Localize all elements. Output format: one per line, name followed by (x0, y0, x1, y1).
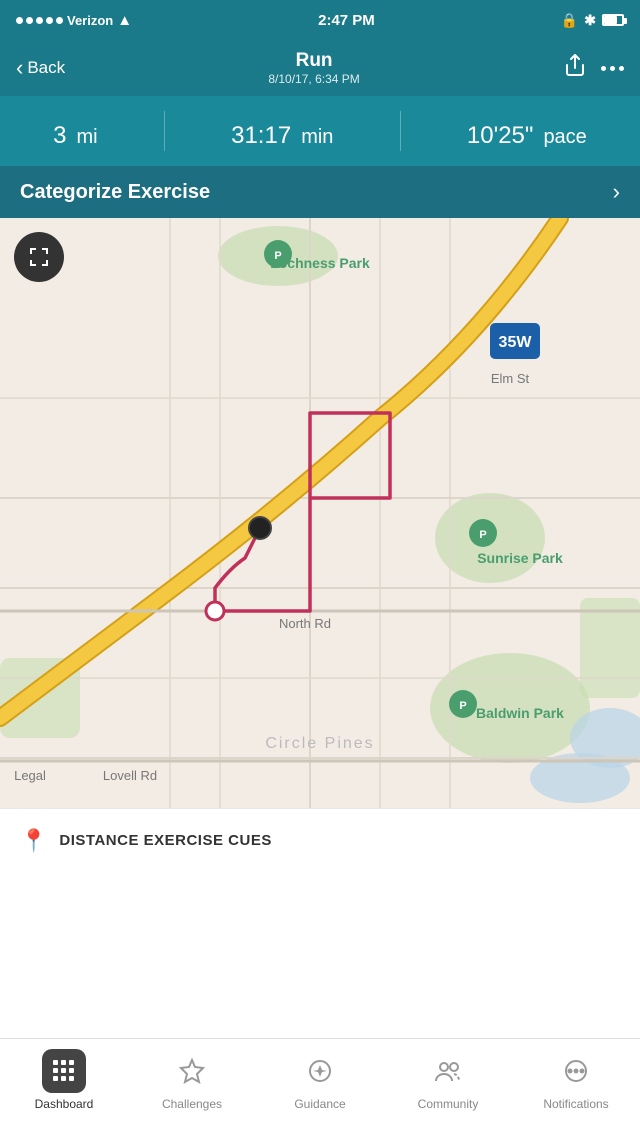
svg-text:Lochness Park: Lochness Park (270, 255, 370, 271)
back-label: Back (27, 58, 65, 78)
pace-stat: 10'25" pace (467, 113, 587, 149)
distance-stat: 3 mi (53, 113, 97, 149)
dashboard-icon (50, 1057, 78, 1085)
categorize-label: Categorize Exercise (20, 181, 210, 204)
lock-icon: 🔒 (561, 12, 578, 29)
challenges-icon-wrap (170, 1049, 214, 1093)
tab-challenges[interactable]: Challenges (128, 1049, 256, 1111)
categorize-bar[interactable]: Categorize Exercise › (0, 166, 640, 218)
tab-notifications[interactable]: Notifications (512, 1049, 640, 1111)
dashboard-icon-wrap (42, 1049, 86, 1093)
community-label: Community (418, 1097, 479, 1111)
nav-center: Run 8/10/17, 6:34 PM (268, 50, 359, 86)
distance-value: 3 mi (53, 113, 97, 149)
svg-text:Legal: Legal (14, 768, 46, 783)
svg-text:Baldwin Park: Baldwin Park (476, 705, 564, 721)
svg-text:Sunrise Park: Sunrise Park (477, 550, 563, 566)
svg-text:North Rd: North Rd (279, 616, 331, 631)
back-chevron-icon: ‹ (16, 55, 23, 81)
community-icon-wrap (426, 1049, 470, 1093)
bluetooth-icon: ✱ (584, 12, 596, 29)
battery-icon (602, 14, 624, 26)
tab-guidance[interactable]: Guidance (256, 1049, 384, 1111)
status-left: Verizon ▲ (16, 12, 132, 29)
guidance-icon-wrap (298, 1049, 342, 1093)
challenges-icon (178, 1057, 206, 1085)
back-button[interactable]: ‹ Back (16, 55, 65, 81)
share-icon[interactable] (563, 53, 587, 83)
expand-button[interactable] (14, 232, 64, 282)
nav-actions (563, 53, 624, 83)
nav-title: Run (268, 50, 359, 72)
distance-cues-bar[interactable]: 📍 DISTANCE EXERCISE CUES (0, 808, 640, 872)
pin-icon: 📍 (20, 828, 47, 854)
nav-bar: ‹ Back Run 8/10/17, 6:34 PM (0, 40, 640, 96)
more-icon[interactable] (601, 66, 624, 71)
expand-icon (27, 245, 51, 269)
svg-text:Circle Pines: Circle Pines (265, 735, 374, 752)
notifications-label: Notifications (543, 1097, 608, 1111)
notifications-icon (562, 1057, 590, 1085)
svg-text:Elm St: Elm St (491, 371, 530, 386)
tab-community[interactable]: Community (384, 1049, 512, 1111)
duration-stat: 31:17 min (231, 113, 333, 149)
map-svg: 35W P Lochness Park P Sunrise Park P Bal… (0, 218, 640, 808)
signal-dots (16, 17, 63, 24)
categorize-chevron-icon: › (613, 179, 620, 205)
notifications-icon-wrap (554, 1049, 598, 1093)
dashboard-label: Dashboard (35, 1097, 94, 1111)
stat-divider-1 (164, 111, 165, 151)
map-container[interactable]: 35W P Lochness Park P Sunrise Park P Bal… (0, 218, 640, 808)
svg-text:P: P (479, 529, 486, 541)
stat-divider-2 (400, 111, 401, 151)
community-icon (434, 1057, 462, 1085)
time-label: 2:47 PM (318, 12, 375, 29)
svg-text:Lovell Rd: Lovell Rd (103, 768, 157, 783)
challenges-label: Challenges (162, 1097, 222, 1111)
tab-dashboard[interactable]: Dashboard (0, 1049, 128, 1111)
stats-bar: 3 mi 31:17 min 10'25" pace (0, 96, 640, 166)
pace-value: 10'25" pace (467, 113, 587, 149)
status-bar: Verizon ▲ 2:47 PM 🔒 ✱ (0, 0, 640, 40)
wifi-icon: ▲ (117, 12, 132, 29)
svg-text:35W: 35W (499, 334, 533, 351)
nav-subtitle: 8/10/17, 6:34 PM (268, 72, 359, 86)
duration-value: 31:17 min (231, 113, 333, 149)
guidance-label: Guidance (294, 1097, 345, 1111)
carrier-label: Verizon (67, 13, 113, 28)
guidance-icon (306, 1057, 334, 1085)
status-right: 🔒 ✱ (561, 12, 624, 29)
distance-cues-label: DISTANCE EXERCISE CUES (59, 832, 271, 849)
svg-text:P: P (459, 700, 466, 712)
tab-bar: Dashboard Challenges Guidance (0, 1038, 640, 1136)
